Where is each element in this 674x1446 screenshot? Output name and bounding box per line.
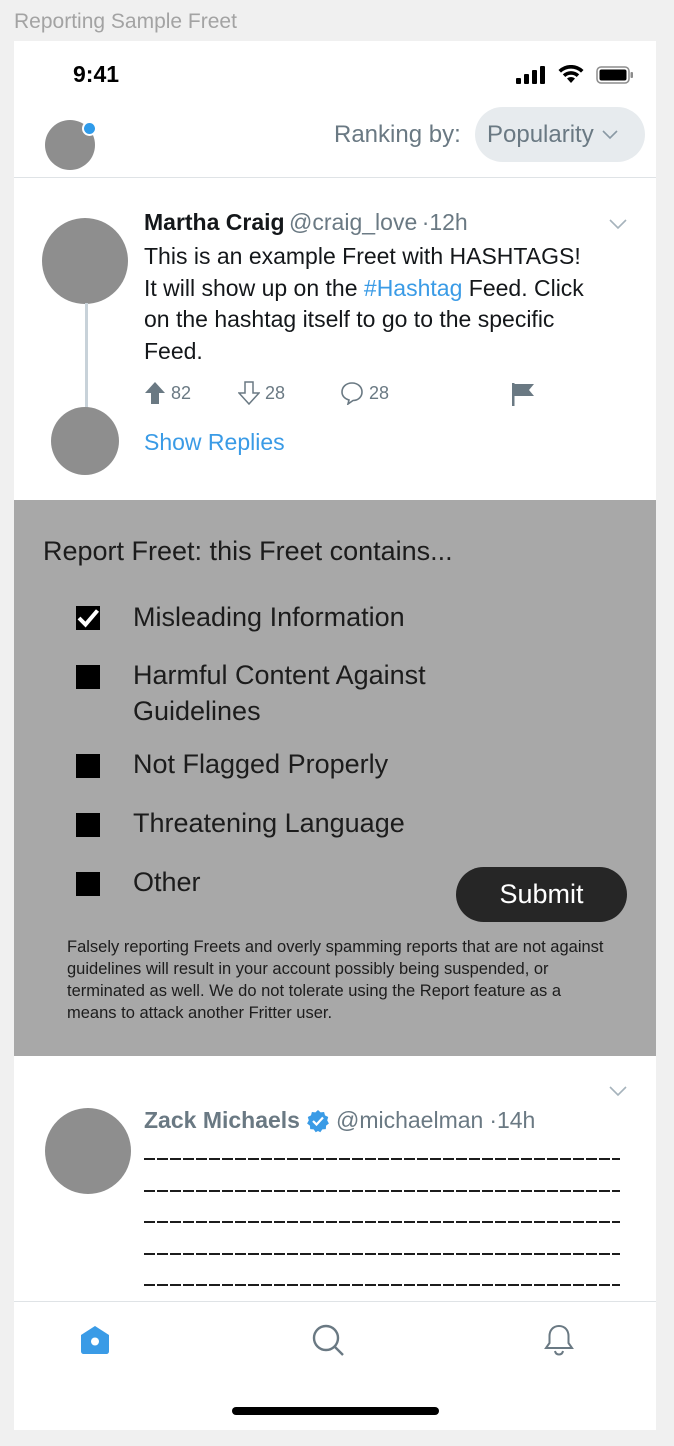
notifications-icon[interactable] (542, 1323, 576, 1357)
report-checkbox[interactable] (76, 665, 100, 689)
search-icon[interactable] (311, 1323, 345, 1357)
freet-menu-chevron-icon[interactable] (609, 219, 627, 230)
verified-badge-icon (307, 1109, 329, 1132)
report-title: Report Freet: this Freet contains... (43, 536, 453, 566)
reply-avatar[interactable] (51, 407, 119, 475)
phone-screen: 9:41 Ranking by: Popularity Martha Craig… (14, 41, 656, 1430)
placeholder-text-line (144, 1253, 620, 1255)
show-replies-link[interactable]: Show Replies (144, 429, 285, 456)
author-name[interactable]: Zack Michaels (144, 1107, 300, 1134)
notification-dot (82, 121, 97, 136)
flag-icon (512, 383, 534, 406)
author-avatar[interactable] (45, 1108, 131, 1194)
placeholder-text-line (144, 1221, 620, 1223)
nav-divider (14, 1301, 656, 1302)
header-divider (14, 177, 656, 178)
chevron-down-icon (602, 129, 618, 139)
freet-header: Zack Michaels @michaelman ·14h (144, 1107, 535, 1134)
freet-time: ·14h (489, 1107, 536, 1133)
status-icons (516, 65, 634, 84)
comment-count: 28 (369, 382, 390, 403)
freet-menu-chevron-icon[interactable] (609, 1086, 627, 1097)
freet-actions: 82 28 28 (144, 381, 544, 411)
submit-button[interactable]: Submit (456, 867, 627, 922)
hashtag-link[interactable]: #Hashtag (364, 275, 462, 301)
frame-title: Reporting Sample Freet (14, 10, 237, 33)
report-warning-note: Falsely reporting Freets and overly spam… (67, 938, 604, 1022)
ranking-dropdown[interactable]: Popularity (475, 107, 645, 162)
report-checkbox[interactable] (76, 813, 100, 837)
report-flag-button[interactable] (510, 381, 536, 407)
status-time: 9:41 (73, 61, 120, 87)
downvote-count: 28 (265, 382, 286, 403)
author-avatar[interactable] (42, 218, 128, 304)
report-option-label: Harmful Content Against Guidelines (133, 660, 426, 726)
placeholder-text-line (144, 1284, 620, 1286)
downvote-button[interactable]: 28 (238, 381, 285, 405)
freet-header: Martha Craig @craig_love ·12h (144, 209, 468, 236)
upvote-count: 82 (171, 382, 192, 403)
thread-line (85, 303, 88, 409)
upvote-arrow-icon (145, 382, 165, 404)
comment-button[interactable]: 28 (340, 381, 389, 405)
checkmark-icon (77, 609, 100, 628)
report-checkbox[interactable] (76, 872, 100, 896)
freet-body: This is an example Freet with HASHTAGS! … (144, 241, 584, 367)
wifi-icon (558, 65, 584, 83)
ranking-label: Ranking by: (334, 121, 461, 148)
report-panel: Report Freet: this Freet contains... Mis… (14, 500, 656, 1056)
author-handle[interactable]: @craig_love (289, 209, 417, 235)
comment-bubble-icon (341, 382, 363, 405)
placeholder-text-line (144, 1158, 620, 1160)
cellular-signal-icon (516, 65, 545, 84)
report-option-label: Not Flagged Properly (133, 749, 389, 779)
report-option-label: Misleading Information (133, 602, 405, 632)
placeholder-text-line (144, 1190, 620, 1192)
report-checkbox[interactable] (76, 754, 100, 778)
upvote-button[interactable]: 82 (144, 381, 191, 405)
home-icon[interactable] (78, 1323, 112, 1357)
battery-icon (596, 65, 633, 84)
freet-time: ·12h (421, 209, 468, 235)
downvote-arrow-icon (238, 381, 260, 405)
author-handle[interactable]: @michaelman (336, 1107, 483, 1134)
author-name[interactable]: Martha Craig (144, 209, 285, 235)
home-indicator (232, 1407, 439, 1415)
report-checkbox-checked[interactable] (76, 606, 100, 630)
ranking-value: Popularity (487, 120, 594, 148)
report-option-label: Threatening Language (133, 808, 405, 838)
